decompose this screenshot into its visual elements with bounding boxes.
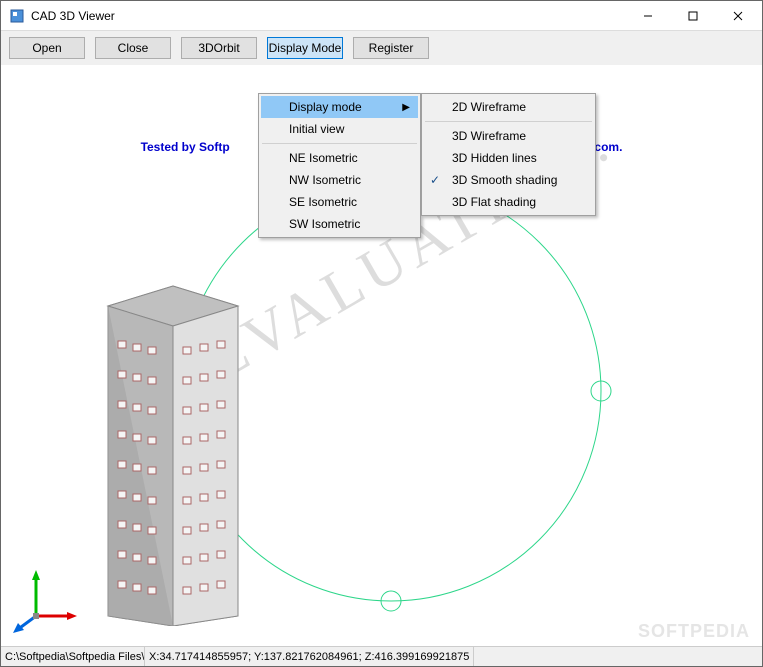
menu-se-isometric[interactable]: SE Isometric [261, 191, 418, 213]
statusbar: C:\Softpedia\Softpedia Files\Softpedi X:… [1, 646, 762, 666]
display-mode-button[interactable]: Display Mode [267, 37, 343, 59]
menu-separator [262, 143, 417, 144]
status-coords: X:34.717414855957; Y:137.821762084961; Z… [145, 647, 474, 666]
menu-ne-isometric[interactable]: NE Isometric [261, 147, 418, 169]
app-window: CAD 3D Viewer Open Close 3DOrbit Display… [0, 0, 763, 667]
minimize-button[interactable] [625, 1, 670, 30]
titlebar: CAD 3D Viewer [1, 1, 762, 31]
menu-3d-wireframe[interactable]: 3D Wireframe [424, 125, 593, 147]
3d-orbit-button[interactable]: 3DOrbit [181, 37, 257, 59]
display-mode-menu: Display mode ▶ Initial view NE Isometric… [258, 93, 421, 238]
menu-sw-isometric[interactable]: SW Isometric [261, 213, 418, 235]
menu-3d-flat-shading[interactable]: 3D Flat shading [424, 191, 593, 213]
display-mode-submenu: 2D Wireframe 3D Wireframe 3D Hidden line… [421, 93, 596, 216]
submenu-arrow-icon: ▶ [402, 102, 410, 113]
menu-separator [425, 121, 592, 122]
menu-initial-view[interactable]: Initial view [261, 118, 418, 140]
axis-gizmo [11, 566, 81, 636]
menu-3d-smooth-shading[interactable]: ✓ 3D Smooth shading [424, 169, 593, 191]
softpedia-watermark: SOFTPEDIA [638, 621, 750, 642]
menu-3d-hidden-lines[interactable]: 3D Hidden lines [424, 147, 593, 169]
viewport[interactable]: Tested by Softp resc.com. www.softpedia.… [1, 66, 762, 646]
credit-line1a: Tested by Softp [141, 140, 230, 154]
menu-display-mode[interactable]: Display mode ▶ [261, 96, 418, 118]
register-button[interactable]: Register [353, 37, 429, 59]
menu-nw-isometric[interactable]: NW Isometric [261, 169, 418, 191]
building-model [63, 246, 283, 626]
close-button[interactable] [715, 1, 760, 30]
window-title: CAD 3D Viewer [31, 9, 625, 23]
maximize-button[interactable] [670, 1, 715, 30]
close-file-button[interactable]: Close [95, 37, 171, 59]
toolbar: Open Close 3DOrbit Display Mode Register [1, 31, 762, 65]
status-path: C:\Softpedia\Softpedia Files\Softpedi [1, 647, 145, 666]
menu-2d-wireframe[interactable]: 2D Wireframe [424, 96, 593, 118]
check-icon: ✓ [430, 173, 440, 187]
app-icon [9, 8, 25, 24]
open-button[interactable]: Open [9, 37, 85, 59]
